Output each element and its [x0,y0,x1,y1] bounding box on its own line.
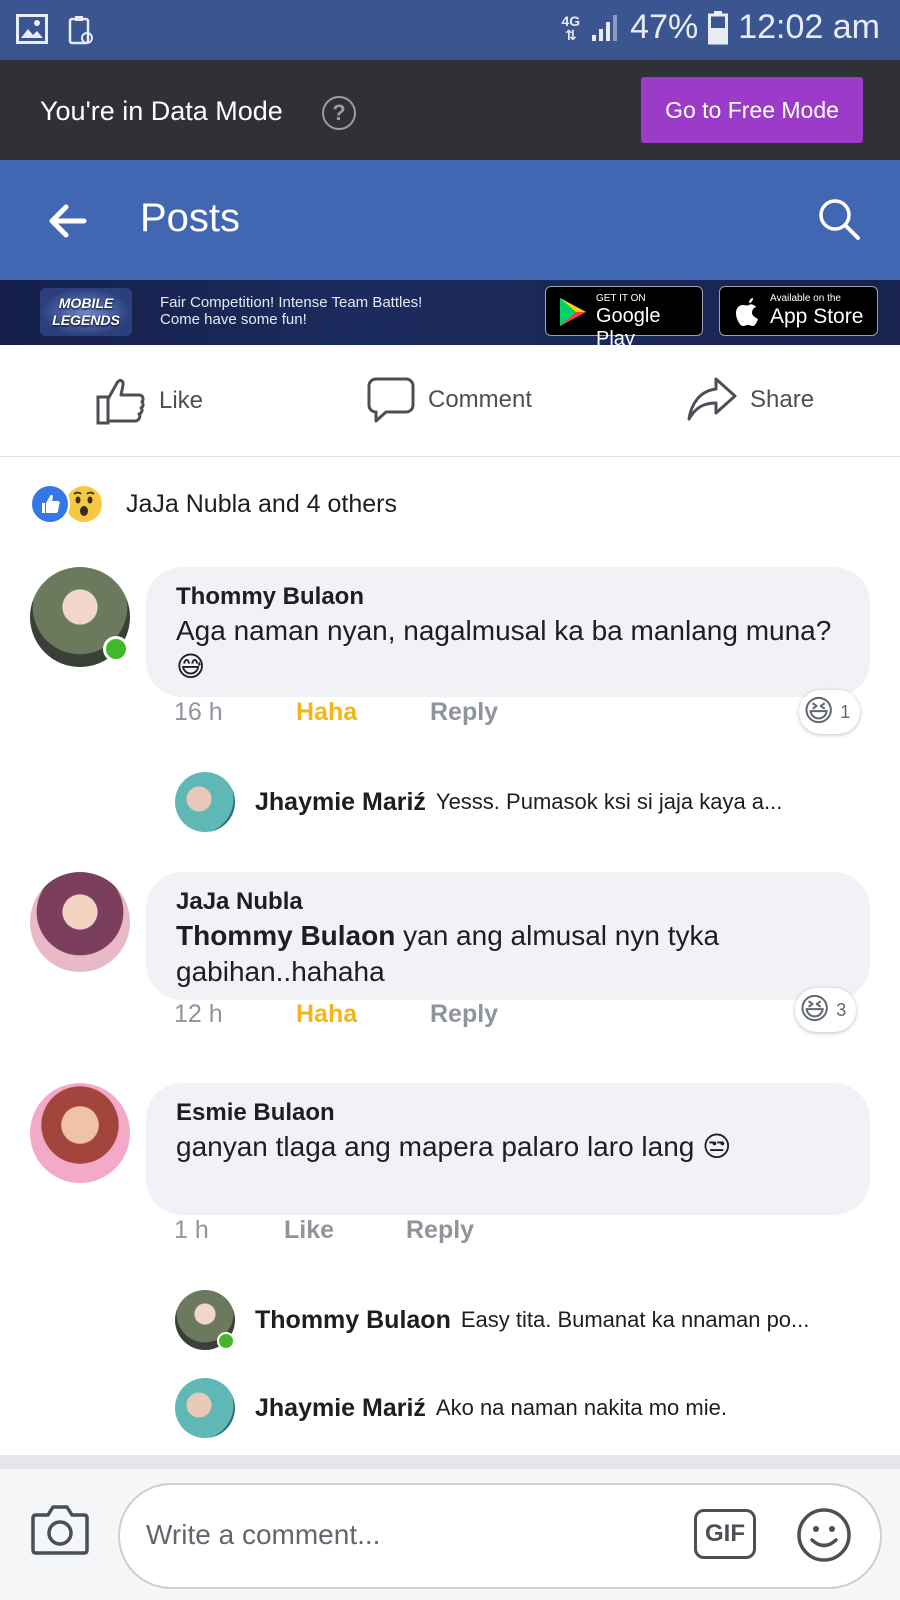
share-label: Share [750,386,815,413]
avatar[interactable] [30,872,130,972]
post-actions: Like Comment Share [0,345,900,457]
back-arrow-icon[interactable] [44,196,94,246]
like-reaction-icon [30,484,70,524]
page-title: Posts [140,196,241,240]
comment-bubble[interactable]: Esmie Bulaon ganyan tlaga ang mapera pal… [146,1083,870,1215]
comment-bubble[interactable]: JaJa Nubla Thommy Bulaon yan ang almusal… [146,872,870,1000]
comment-author[interactable]: Esmie Bulaon [176,1099,840,1127]
reply-author[interactable]: Jhaymie Mariź [255,788,426,817]
free-mode-button[interactable]: Go to Free Mode [641,77,863,143]
reply-button[interactable]: Reply [406,1216,474,1245]
avatar[interactable] [175,1378,235,1438]
avatar[interactable] [30,1083,130,1183]
haha-reaction-icon: 😆 [799,993,831,1026]
reaction-summary[interactable]: JaJa Nubla and 4 others [30,484,397,524]
apple-icon [736,298,758,326]
mention-link[interactable]: Thommy Bulaon [176,920,395,951]
reply-author[interactable]: Jhaymie Mariź [255,1394,426,1423]
comment-text: ganyan tlaga ang mapera palaro laro lang… [176,1131,732,1162]
share-icon [687,377,737,421]
ad-text: Fair Competition! Intense Team Battles! … [160,294,423,328]
online-status-indicator [217,1332,235,1350]
online-status-indicator [103,636,129,662]
battery-percent: 47% [630,8,699,46]
status-bar: 4G ⇅ 47% 12:02 am [0,0,900,60]
comment-text: Thommy Bulaon yan ang almusal nyn tyka g… [176,920,720,987]
reply-preview[interactable]: Jhaymie Mariź Ako na naman nakita mo mie… [175,1378,727,1438]
reply-preview[interactable]: Jhaymie Mariź Yesss. Pumasok ksi si jaja… [175,772,782,832]
wow-reaction-icon [64,484,104,524]
comment-meta: 1 h Like Reply [174,1216,474,1245]
reaction-summary-text: JaJa Nubla and 4 others [126,489,398,518]
avatar[interactable] [175,772,235,832]
help-icon[interactable]: ? [322,96,356,130]
google-play-icon [560,298,586,326]
data-mode-bar: You're in Data Mode ? Go to Free Mode [0,60,900,160]
network-indicator: 4G ⇅ [561,12,581,43]
thumbs-up-icon [96,379,145,425]
game-logo: MOBILE LEGENDS [40,288,132,336]
haha-reaction-icon: 😆 [803,695,835,728]
gallery-icon [16,14,48,44]
comment-button[interactable]: Comment [366,375,532,425]
reply-text: Yesss. Pumasok ksi si jaja kaya a... [435,789,783,814]
signal-icon [592,14,618,41]
comment-meta: 12 h Haha Reply [174,1000,498,1029]
comment-time: 16 h [174,698,223,726]
reply-button[interactable]: Reply [430,698,498,727]
comment-reaction-badge[interactable]: 😆 1 [799,690,861,734]
comment-composer: Write a comment... GIF [0,1469,900,1600]
comment-label: Comment [428,386,533,413]
divider [0,1455,900,1469]
app-store-badge[interactable]: Available on the App Store [719,286,878,336]
like-comment-button[interactable]: Like [284,1216,406,1245]
comment-meta: 16 h Haha Reply [174,698,498,727]
reply-preview[interactable]: Thommy Bulaon Easy tita. Bumanat ka nnam… [175,1290,809,1350]
comment-input[interactable]: Write a comment... [118,1483,882,1589]
data-mode-text: You're in Data Mode [40,96,283,126]
clock: 12:02 am [738,8,880,46]
reaction-label[interactable]: Haha [296,1000,430,1029]
reply-text: Ako na naman nakita mo mie. [435,1395,727,1420]
reaction-label[interactable]: Haha [296,698,430,727]
comment-reaction-badge[interactable]: 😆 3 [795,988,857,1032]
reply-text: Easy tita. Bumanat ka nnaman po... [460,1307,810,1332]
top-nav: Posts [0,160,900,280]
share-button[interactable]: Share [686,375,814,425]
battery-icon [708,10,729,44]
reply-author[interactable]: Thommy Bulaon [255,1306,451,1335]
ad-banner[interactable]: MOBILE LEGENDS Fair Competition! Intense… [0,280,900,345]
clipboard-icon [68,16,93,45]
comment-placeholder: Write a comment... [146,1519,381,1550]
comment-author[interactable]: JaJa Nubla [176,888,840,916]
comment-time: 12 h [174,1000,223,1028]
like-label: Like [159,387,204,414]
comment-author[interactable]: Thommy Bulaon [176,583,840,611]
google-play-badge[interactable]: GET IT ON Google Play [545,286,703,345]
comment-text: Aga naman nyan, nagalmusal ka ba manlang… [176,615,832,682]
comment-time: 1 h [174,1216,209,1244]
search-icon[interactable] [816,196,862,242]
sticker-smiley-icon[interactable] [796,1507,852,1563]
gif-button[interactable]: GIF [694,1509,756,1559]
reply-button[interactable]: Reply [430,1000,498,1029]
comment-icon [367,377,415,423]
like-button[interactable]: Like [95,375,203,427]
camera-icon[interactable] [30,1501,90,1557]
comment-bubble[interactable]: Thommy Bulaon Aga naman nyan, nagalmusal… [146,567,870,697]
